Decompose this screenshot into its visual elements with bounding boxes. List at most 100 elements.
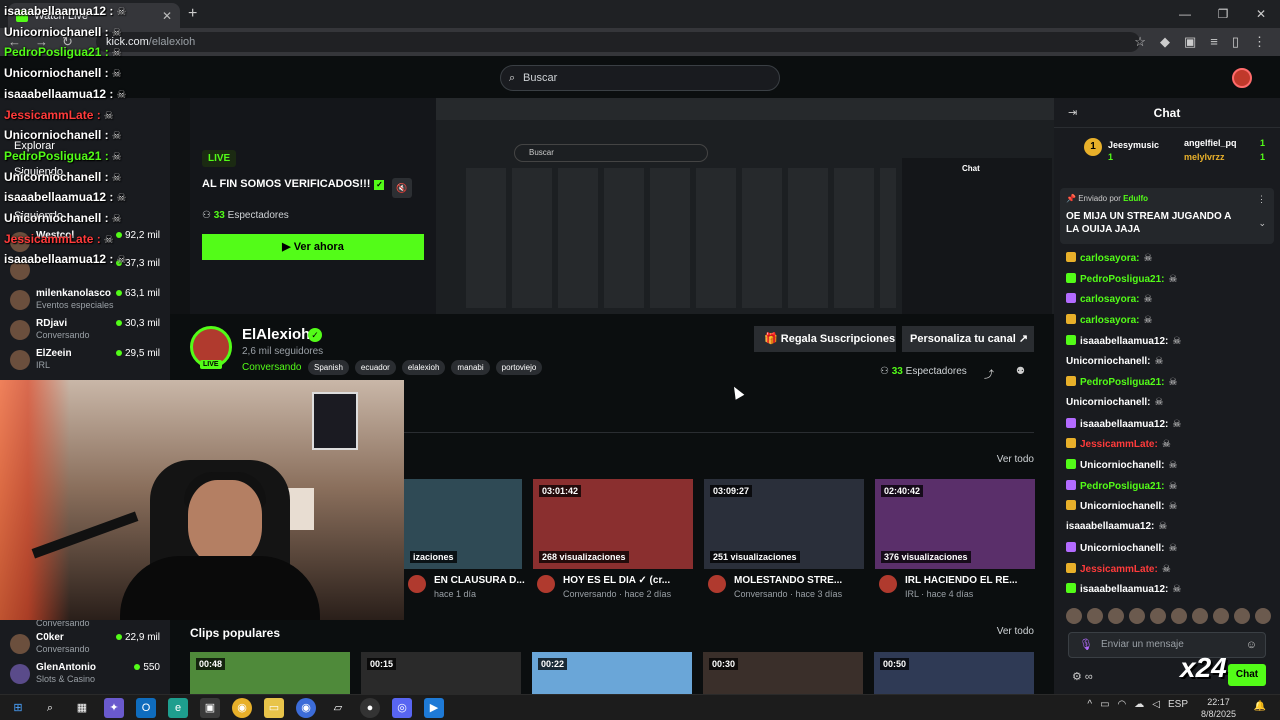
chat-username[interactable]: isaaabellaamua12:	[1080, 584, 1168, 595]
bookmark-star-icon[interactable]: ☆	[1134, 34, 1146, 50]
watch-now-button[interactable]: ▶ Ver ahora	[202, 234, 424, 260]
obs-icon[interactable]: ●	[360, 698, 380, 718]
chat-input[interactable]: 🎙 Enviar un mensaje ☺	[1068, 632, 1266, 658]
emote-icon[interactable]	[1108, 608, 1124, 624]
media-icon[interactable]: ≡	[1210, 34, 1218, 50]
url-field[interactable]: kick.com/elalexioh	[96, 32, 1140, 52]
new-tab-icon[interactable]: +	[188, 5, 197, 23]
explorer-icon[interactable]: ▭	[264, 698, 284, 718]
close-window-icon[interactable]: ✕	[1242, 0, 1280, 28]
channel-tag[interactable]: Spanish	[308, 360, 349, 375]
discord-icon[interactable]: ◎	[392, 698, 412, 718]
language-indicator[interactable]: ESP	[1168, 699, 1188, 710]
video-title[interactable]: HOY ES EL DIA ✓ (cr...	[563, 575, 683, 586]
channel-tag[interactable]: manabi	[451, 360, 490, 375]
chat-username[interactable]: carlosayora:	[1080, 315, 1139, 326]
task-view-icon[interactable]: ▦	[72, 698, 92, 718]
chat-username[interactable]: isaaabellaamua12:	[1080, 419, 1168, 430]
videos-see-all[interactable]: Ver todo	[997, 454, 1034, 465]
chat-username[interactable]: isaaabellaamua12:	[1080, 336, 1168, 347]
emote-icon[interactable]	[1087, 608, 1103, 624]
store-icon[interactable]: ▣	[200, 698, 220, 718]
overlay-chat-user: isaaabellaamua12 :	[4, 190, 114, 205]
cloud-icon[interactable]: ☁	[1134, 699, 1144, 710]
channel-category[interactable]: Conversando	[242, 362, 301, 373]
chat-username[interactable]: carlosayora:	[1080, 294, 1139, 305]
close-tab-icon[interactable]: ✕	[162, 9, 172, 23]
customize-channel-button[interactable]: Personaliza tu canal ↗	[902, 326, 1034, 352]
sidebar-channel[interactable]: C0ker Conversando 22,9 mil	[8, 632, 164, 660]
chat-username[interactable]: isaaabellaamua12:	[1066, 521, 1154, 532]
sidebar-channel[interactable]: ElZeein IRL 29,5 mil	[8, 348, 164, 376]
chat-username[interactable]: Unicorniochanell:	[1066, 356, 1150, 367]
minimize-icon[interactable]: —	[1166, 0, 1204, 28]
emote-icon[interactable]	[1234, 608, 1250, 624]
chat-username[interactable]: PedroPosligua21:	[1080, 274, 1164, 285]
windows-start-icon[interactable]: ⊞	[8, 698, 28, 718]
menu-dots-icon[interactable]: ⋮	[1253, 34, 1266, 50]
chat-send-button[interactable]: Chat	[1228, 664, 1266, 686]
chat-username[interactable]: PedroPosligua21:	[1080, 377, 1164, 388]
emoji-icon[interactable]: ☺	[1246, 633, 1257, 657]
emote-icon[interactable]	[1255, 608, 1271, 624]
chat-username[interactable]: Unicorniochanell:	[1080, 543, 1164, 554]
channel-tag[interactable]: elalexioh	[401, 360, 446, 375]
pin-menu-icon[interactable]: ⋮	[1257, 194, 1266, 205]
extension-icon[interactable]: ◆	[1160, 34, 1170, 50]
sidebar-channel[interactable]: milenkanolasco Eventos especiales 63,1 m…	[8, 288, 164, 316]
pinned-message[interactable]: 📌 Enviado por Edulfo ⋮ OE MIJA UN STREAM…	[1060, 188, 1274, 244]
chat-settings-icon[interactable]: ⚙ ∞	[1072, 670, 1093, 683]
share-icon[interactable]: ⤴	[984, 366, 994, 381]
gift-subs-button[interactable]: 🎁 Regala Suscripciones	[754, 326, 896, 352]
emote-icon: ☠	[113, 192, 127, 205]
sub-badge-icon	[1066, 541, 1076, 552]
video-title[interactable]: MOLESTANDO STRE...	[734, 575, 854, 586]
maximize-icon[interactable]: ❐	[1204, 0, 1242, 28]
chat-username[interactable]: PedroPosligua21:	[1080, 481, 1164, 492]
mic-icon[interactable]: 🎙	[1079, 633, 1093, 657]
mute-icon[interactable]: 🔇	[392, 178, 412, 198]
clips-see-all[interactable]: Ver todo	[997, 626, 1034, 637]
chat-username[interactable]: Unicorniochanell:	[1080, 501, 1164, 512]
chevron-down-icon[interactable]: ⌄	[1258, 218, 1266, 229]
channel-tag[interactable]: portoviejo	[495, 360, 543, 375]
video-title[interactable]: EN CLAUSURA D...	[434, 575, 554, 586]
chevron-up-icon[interactable]: ^	[1087, 699, 1092, 710]
chat-username[interactable]: carlosayora:	[1080, 253, 1139, 264]
chat-username[interactable]: JessicammLate:	[1080, 564, 1158, 575]
edge-icon[interactable]: e	[168, 698, 188, 718]
chat-username[interactable]: Unicorniochanell:	[1066, 397, 1150, 408]
emote-icon[interactable]	[1066, 608, 1082, 624]
network-icon[interactable]: ◠	[1118, 699, 1127, 710]
emote-icon[interactable]	[1213, 608, 1229, 624]
chrome-icon[interactable]: ◉	[232, 698, 252, 718]
user-follow-icon[interactable]: ⚉	[1016, 366, 1025, 377]
notification-icon[interactable]: 🔔	[1254, 701, 1266, 712]
puzzle-icon[interactable]: ▣	[1184, 34, 1196, 50]
emote-icon[interactable]	[1150, 608, 1166, 624]
copilot-icon[interactable]: ✦	[104, 698, 124, 718]
video-meta: IRL · hace 4 días	[905, 589, 974, 599]
volume-icon[interactable]: ◁	[1152, 699, 1160, 710]
outlook-icon[interactable]: O	[136, 698, 156, 718]
sidebar-channel[interactable]: GlenAntonio Slots & Casino 550	[8, 662, 164, 690]
chrome-active-icon[interactable]: ◉	[296, 698, 316, 718]
clock[interactable]: 22:17 8/8/2025	[1201, 696, 1236, 720]
battery-icon[interactable]: ▭	[1100, 699, 1109, 710]
chat-username[interactable]: JessicammLate:	[1080, 439, 1158, 450]
search-icon[interactable]: ⌕	[40, 698, 60, 718]
chat-message: PedroPosligua21: ☠	[1066, 272, 1177, 285]
app-blue-icon[interactable]: ▶	[424, 698, 444, 718]
channel-tag[interactable]: ecuador	[354, 360, 396, 375]
emote-icon[interactable]	[1129, 608, 1145, 624]
emote-icon[interactable]	[1192, 608, 1208, 624]
chat-username[interactable]: Unicorniochanell:	[1080, 460, 1164, 471]
app-icon[interactable]: ▱	[328, 698, 348, 718]
sidebar-icon[interactable]: ▯	[1232, 34, 1239, 50]
emote-icon[interactable]	[1171, 608, 1187, 624]
search-input[interactable]: ⌕ Buscar	[500, 65, 780, 91]
sidebar-channel[interactable]: RDjavi Conversando 30,3 mil	[8, 318, 164, 346]
site-header: ⌕ Buscar	[0, 56, 1280, 98]
video-title[interactable]: IRL HACIENDO EL RE...	[905, 575, 1025, 586]
user-avatar[interactable]	[1232, 68, 1252, 88]
